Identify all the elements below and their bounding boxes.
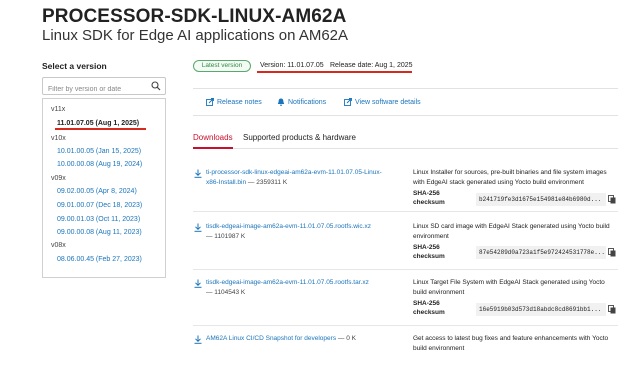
download-row: tisdk-edgeai-image-am62a-evm-11.01.07.05…: [193, 276, 618, 326]
annotation-underline: [55, 128, 146, 130]
copy-icon[interactable]: [608, 195, 616, 204]
version-item-08-06-00-45[interactable]: 08.06.00.45 (Feb 27, 2023): [57, 256, 142, 263]
view-software-details-label: View software details: [355, 99, 421, 106]
download-icon[interactable]: [194, 169, 202, 178]
download-file-link[interactable]: tisdk-edgeai-image-am62a-evm-11.01.07.05…: [206, 278, 391, 297]
tab-downloads[interactable]: Downloads: [193, 133, 233, 142]
active-tab-indicator: [193, 147, 233, 149]
external-link-icon: [206, 98, 214, 106]
version-number: Version: 11.01.07.05: [260, 62, 324, 69]
version-item-09-01-00-07[interactable]: 09.01.00.07 (Dec 18, 2023): [57, 202, 142, 209]
software-links-bar: Release notes Notifications View softwar…: [193, 88, 618, 116]
file-size: — 1104543 K: [206, 288, 246, 296]
download-file-link[interactable]: ti-processor-sdk-linux-edgeai-am62a-evm-…: [206, 168, 391, 187]
file-name: tisdk-edgeai-image-am62a-evm-11.01.07.05…: [206, 279, 369, 286]
file-name: ti-processor-sdk-linux-edgeai-am62a-evm-…: [206, 169, 382, 186]
version-selector-heading: Select a version: [42, 61, 107, 71]
sha256-label: SHA-256 checksum: [413, 300, 445, 316]
copy-icon[interactable]: [608, 248, 616, 257]
copy-icon[interactable]: [608, 305, 616, 314]
version-item-10-00-00-08[interactable]: 10.00.00.08 (Aug 19, 2024): [57, 161, 142, 168]
page-title: PROCESSOR-SDK-LINUX-AM62A: [42, 6, 347, 27]
file-description: Get access to latest bug fixes and featu…: [413, 335, 609, 352]
version-item-09-00-01-03[interactable]: 09.00.01.03 (Oct 11, 2023): [57, 216, 140, 223]
file-size: — 1101987 K: [206, 232, 246, 240]
bell-icon: [277, 98, 285, 106]
version-item-11-01-07-05[interactable]: 11.01.07.05 (Aug 1, 2025): [57, 120, 139, 127]
download-icon[interactable]: [194, 223, 202, 232]
file-description: Linux Installer for sources, pre-built b…: [413, 169, 607, 186]
release-notes-label: Release notes: [217, 99, 262, 106]
view-software-details-link[interactable]: View software details: [344, 98, 421, 106]
release-notes-link[interactable]: Release notes: [206, 98, 262, 106]
download-icon[interactable]: [194, 279, 202, 288]
version-group-label: v09x: [51, 175, 66, 182]
version-item-09-02-00-05[interactable]: 09.02.00.05 (Apr 8, 2024): [57, 188, 137, 195]
annotation-underline: [257, 71, 412, 73]
version-filter-input[interactable]: [43, 81, 147, 98]
version-group-label: v11x: [51, 106, 66, 113]
file-name: AM62A Linux CI/CD Snapshot for developer…: [206, 335, 337, 342]
download-file-link[interactable]: tisdk-edgeai-image-am62a-evm-11.01.07.05…: [206, 222, 391, 241]
search-icon[interactable]: [151, 81, 161, 91]
download-icon[interactable]: [194, 335, 202, 344]
sha256-value: 16e5919b03d573d18abdc8cd8691bb1...: [476, 303, 606, 316]
download-row: AM62A Linux CI/CD Snapshot for developer…: [193, 332, 618, 362]
version-item-10-01-00-05[interactable]: 10.01.00.05 (Jan 15, 2025): [57, 148, 141, 155]
sha256-label: SHA-256 checksum: [413, 190, 445, 206]
file-description: Linux SD card image with EdgeAI Stack ge…: [413, 223, 610, 240]
external-link-icon: [344, 98, 352, 106]
download-row: tisdk-edgeai-image-am62a-evm-11.01.07.05…: [193, 220, 618, 270]
file-name: tisdk-edgeai-image-am62a-evm-11.01.07.05…: [206, 223, 371, 230]
sha256-value: b241719fe3d1675e154981e84b6980d...: [476, 193, 606, 206]
version-list: v11x 11.01.07.05 (Aug 1, 2025) v10x 10.0…: [42, 98, 166, 278]
version-group-label: v10x: [51, 135, 66, 142]
version-item-09-00-00-08[interactable]: 09.00.00.08 (Aug 11, 2023): [57, 229, 142, 236]
version-group-label: v08x: [51, 242, 66, 249]
file-size: — 2359311 K: [247, 178, 288, 186]
notifications-label: Notifications: [288, 99, 327, 106]
release-date: Release date: Aug 1, 2025: [330, 62, 413, 69]
download-row: ti-processor-sdk-linux-edgeai-am62a-evm-…: [193, 166, 618, 212]
sha256-value: 87e54289d0a723a1f5e972424531778e...: [476, 246, 606, 259]
version-filter: [42, 77, 166, 98]
page-subtitle: Linux SDK for Edge AI applications on AM…: [42, 27, 349, 44]
tab-supported-products[interactable]: Supported products & hardware: [243, 133, 356, 142]
latest-version-badge: Latest version: [193, 60, 251, 72]
download-file-link[interactable]: AM62A Linux CI/CD Snapshot for developer…: [206, 334, 391, 344]
file-description: Linux Target File System with EdgeAI Sta…: [413, 279, 605, 296]
content-tabs: Downloads Supported products & hardware: [193, 127, 618, 149]
sha256-label: SHA-256 checksum: [413, 244, 445, 260]
notifications-link[interactable]: Notifications: [277, 98, 327, 106]
file-size: — 0 K: [337, 335, 356, 342]
